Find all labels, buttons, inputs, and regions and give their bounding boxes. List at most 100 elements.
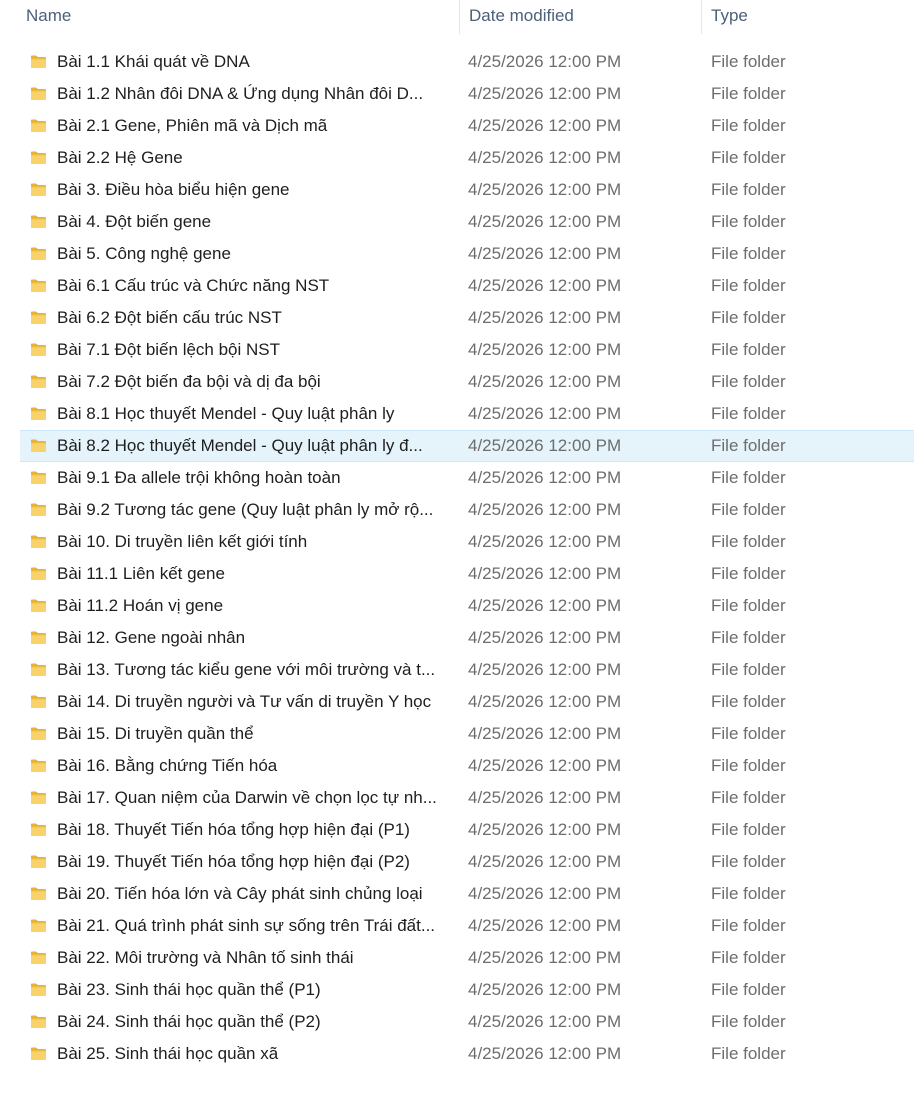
date-modified: 4/25/2026 12:00 PM bbox=[468, 500, 622, 519]
table-row[interactable]: Bài 8.2 Học thuyết Mendel - Quy luật phâ… bbox=[0, 430, 914, 462]
folder-icon bbox=[30, 533, 47, 550]
date-modified: 4/25/2026 12:00 PM bbox=[468, 660, 622, 679]
table-row[interactable]: Bài 19. Thuyết Tiến hóa tổng hợp hiện đạ… bbox=[0, 846, 914, 878]
table-row[interactable]: Bài 7.2 Đột biến đa bội và dị đa bội 4/25… bbox=[0, 366, 914, 398]
file-type: File folder bbox=[711, 884, 786, 903]
table-row[interactable]: Bài 12. Gene ngoài nhân 4/25/2026 12:00 P… bbox=[0, 622, 914, 654]
file-name: Bài 10. Di truyền liên kết giới tính bbox=[57, 532, 308, 551]
table-row[interactable]: Bài 10. Di truyền liên kết giới tính 4/25… bbox=[0, 526, 914, 558]
date-modified: 4/25/2026 12:00 PM bbox=[468, 244, 622, 263]
file-name: Bài 20. Tiến hóa lớn và Cây phát sinh ch… bbox=[57, 884, 423, 903]
file-name: Bài 12. Gene ngoài nhân bbox=[57, 628, 246, 647]
table-row[interactable]: Bài 9.2 Tương tác gene (Quy luật phân ly… bbox=[0, 494, 914, 526]
table-row[interactable]: Bài 14. Di truyền người và Tư vấn di tru… bbox=[0, 686, 914, 718]
table-row[interactable]: Bài 1.1 Khái quát về DNA 4/25/2026 12:00 … bbox=[0, 46, 914, 78]
file-type: File folder bbox=[711, 52, 786, 71]
folder-icon bbox=[30, 629, 47, 646]
file-name: Bài 25. Sinh thái học quần xã bbox=[57, 1044, 279, 1063]
file-name: Bài 21. Quá trình phát sinh sự sống trên… bbox=[57, 916, 436, 935]
file-name: Bài 11.2 Hoán vị gene bbox=[57, 596, 224, 615]
table-row[interactable]: Bài 6.2 Đột biến cấu trúc NST 4/25/2026 1… bbox=[0, 302, 914, 334]
table-row[interactable]: Bài 25. Sinh thái học quần xã 4/25/2026 1… bbox=[0, 1038, 914, 1070]
table-row[interactable]: Bài 17. Quan niệm của Darwin về chọn lọc… bbox=[0, 782, 914, 814]
file-name: Bài 15. Di truyền quần thể bbox=[57, 724, 254, 743]
table-row[interactable]: Bài 21. Quá trình phát sinh sự sống trên… bbox=[0, 910, 914, 942]
table-row[interactable]: Bài 6.1 Cấu trúc và Chức năng NST 4/25/20… bbox=[0, 270, 914, 302]
table-row[interactable]: Bài 2.2 Hệ Gene 4/25/2026 12:00 PM File fo… bbox=[0, 142, 914, 174]
date-modified: 4/25/2026 12:00 PM bbox=[468, 724, 622, 743]
file-type: File folder bbox=[711, 596, 786, 615]
file-name: Bài 11.1 Liên kết gene bbox=[57, 564, 225, 583]
date-modified: 4/25/2026 12:00 PM bbox=[468, 436, 622, 455]
folder-icon bbox=[30, 85, 47, 102]
date-modified: 4/25/2026 12:00 PM bbox=[468, 340, 622, 359]
folder-icon bbox=[30, 885, 47, 902]
column-header-type[interactable]: Type bbox=[701, 0, 914, 34]
file-name: Bài 23. Sinh thái học quần thể (P1) bbox=[57, 980, 321, 999]
folder-icon bbox=[30, 437, 47, 454]
date-modified: 4/25/2026 12:00 PM bbox=[468, 980, 622, 999]
date-modified: 4/25/2026 12:00 PM bbox=[468, 84, 622, 103]
table-row[interactable]: Bài 2.1 Gene, Phiên mã và Dịch mã 4/25/20… bbox=[0, 110, 914, 142]
date-modified: 4/25/2026 12:00 PM bbox=[468, 628, 622, 647]
date-modified: 4/25/2026 12:00 PM bbox=[468, 308, 622, 327]
date-modified: 4/25/2026 12:00 PM bbox=[468, 404, 622, 423]
file-type: File folder bbox=[711, 564, 786, 583]
table-row[interactable]: Bài 1.2 Nhân đôi DNA & Ứng dụng Nhân đôi… bbox=[0, 78, 914, 110]
folder-icon bbox=[30, 693, 47, 710]
folder-icon bbox=[30, 213, 47, 230]
file-explorer-list: Name Date modified Type Bài 1.1 Khái quá… bbox=[0, 0, 914, 1093]
file-name: Bài 1.1 Khái quát về DNA bbox=[57, 52, 250, 71]
file-type: File folder bbox=[711, 436, 786, 455]
table-row[interactable]: Bài 23. Sinh thái học quần thể (P1) 4/25/… bbox=[0, 974, 914, 1006]
date-modified: 4/25/2026 12:00 PM bbox=[468, 148, 622, 167]
folder-icon bbox=[30, 789, 47, 806]
file-name: Bài 14. Di truyền người và Tư vấn di tru… bbox=[57, 692, 432, 711]
table-row[interactable]: Bài 5. Công nghệ gene 4/25/2026 12:00 PM F… bbox=[0, 238, 914, 270]
folder-icon bbox=[30, 1045, 47, 1062]
table-row[interactable]: Bài 16. Bằng chứng Tiến hóa 4/25/2026 12:… bbox=[0, 750, 914, 782]
date-modified: 4/25/2026 12:00 PM bbox=[468, 596, 622, 615]
file-type: File folder bbox=[711, 724, 786, 743]
column-header-name[interactable]: Name bbox=[0, 0, 459, 34]
table-row[interactable]: Bài 11.2 Hoán vị gene 4/25/2026 12:00 PM F… bbox=[0, 590, 914, 622]
date-modified: 4/25/2026 12:00 PM bbox=[468, 276, 622, 295]
folder-icon bbox=[30, 469, 47, 486]
file-type: File folder bbox=[711, 212, 786, 231]
folder-icon bbox=[30, 853, 47, 870]
table-row[interactable]: Bài 22. Môi trường và Nhân tố sinh thái 4… bbox=[0, 942, 914, 974]
folder-icon bbox=[30, 149, 47, 166]
date-modified: 4/25/2026 12:00 PM bbox=[468, 52, 622, 71]
table-row[interactable]: Bài 9.1 Đa allele trội không hoàn toàn 4/… bbox=[0, 462, 914, 494]
date-modified: 4/25/2026 12:00 PM bbox=[468, 564, 622, 583]
file-type: File folder bbox=[711, 948, 786, 967]
table-row[interactable]: Bài 8.1 Học thuyết Mendel - Quy luật phâ… bbox=[0, 398, 914, 430]
table-row[interactable]: Bài 18. Thuyết Tiến hóa tổng hợp hiện đạ… bbox=[0, 814, 914, 846]
table-row[interactable]: Bài 13. Tương tác kiểu gene với môi trườ… bbox=[0, 654, 914, 686]
folder-icon bbox=[30, 117, 47, 134]
file-type: File folder bbox=[711, 148, 786, 167]
file-type: File folder bbox=[711, 788, 786, 807]
date-modified: 4/25/2026 12:00 PM bbox=[468, 1044, 622, 1063]
file-name: Bài 24. Sinh thái học quần thể (P2) bbox=[57, 1012, 321, 1031]
file-type: File folder bbox=[711, 180, 786, 199]
table-row[interactable]: Bài 4. Đột biến gene 4/25/2026 12:00 PM Fi… bbox=[0, 206, 914, 238]
column-header-date-modified[interactable]: Date modified bbox=[459, 0, 701, 34]
folder-icon bbox=[30, 757, 47, 774]
folder-icon bbox=[30, 565, 47, 582]
table-row[interactable]: Bài 7.1 Đột biến lệch bội NST 4/25/2026 1… bbox=[0, 334, 914, 366]
file-name: Bài 3. Điều hòa biểu hiện gene bbox=[57, 180, 290, 199]
file-name: Bài 6.2 Đột biến cấu trúc NST bbox=[57, 308, 282, 327]
file-name: Bài 7.2 Đột biến đa bội và dị đa bội bbox=[57, 372, 321, 391]
table-row[interactable]: Bài 11.1 Liên kết gene 4/25/2026 12:00 PM… bbox=[0, 558, 914, 590]
file-type: File folder bbox=[711, 84, 786, 103]
table-row[interactable]: Bài 3. Điều hòa biểu hiện gene 4/25/2026 … bbox=[0, 174, 914, 206]
table-row[interactable]: Bài 20. Tiến hóa lớn và Cây phát sinh ch… bbox=[0, 878, 914, 910]
date-modified: 4/25/2026 12:00 PM bbox=[468, 916, 622, 935]
date-modified: 4/25/2026 12:00 PM bbox=[468, 820, 622, 839]
date-modified: 4/25/2026 12:00 PM bbox=[468, 180, 622, 199]
folder-icon bbox=[30, 405, 47, 422]
file-name: Bài 5. Công nghệ gene bbox=[57, 244, 231, 263]
table-row[interactable]: Bài 15. Di truyền quần thể 4/25/2026 12:0… bbox=[0, 718, 914, 750]
table-row[interactable]: Bài 24. Sinh thái học quần thể (P2) 4/25/… bbox=[0, 1006, 914, 1038]
